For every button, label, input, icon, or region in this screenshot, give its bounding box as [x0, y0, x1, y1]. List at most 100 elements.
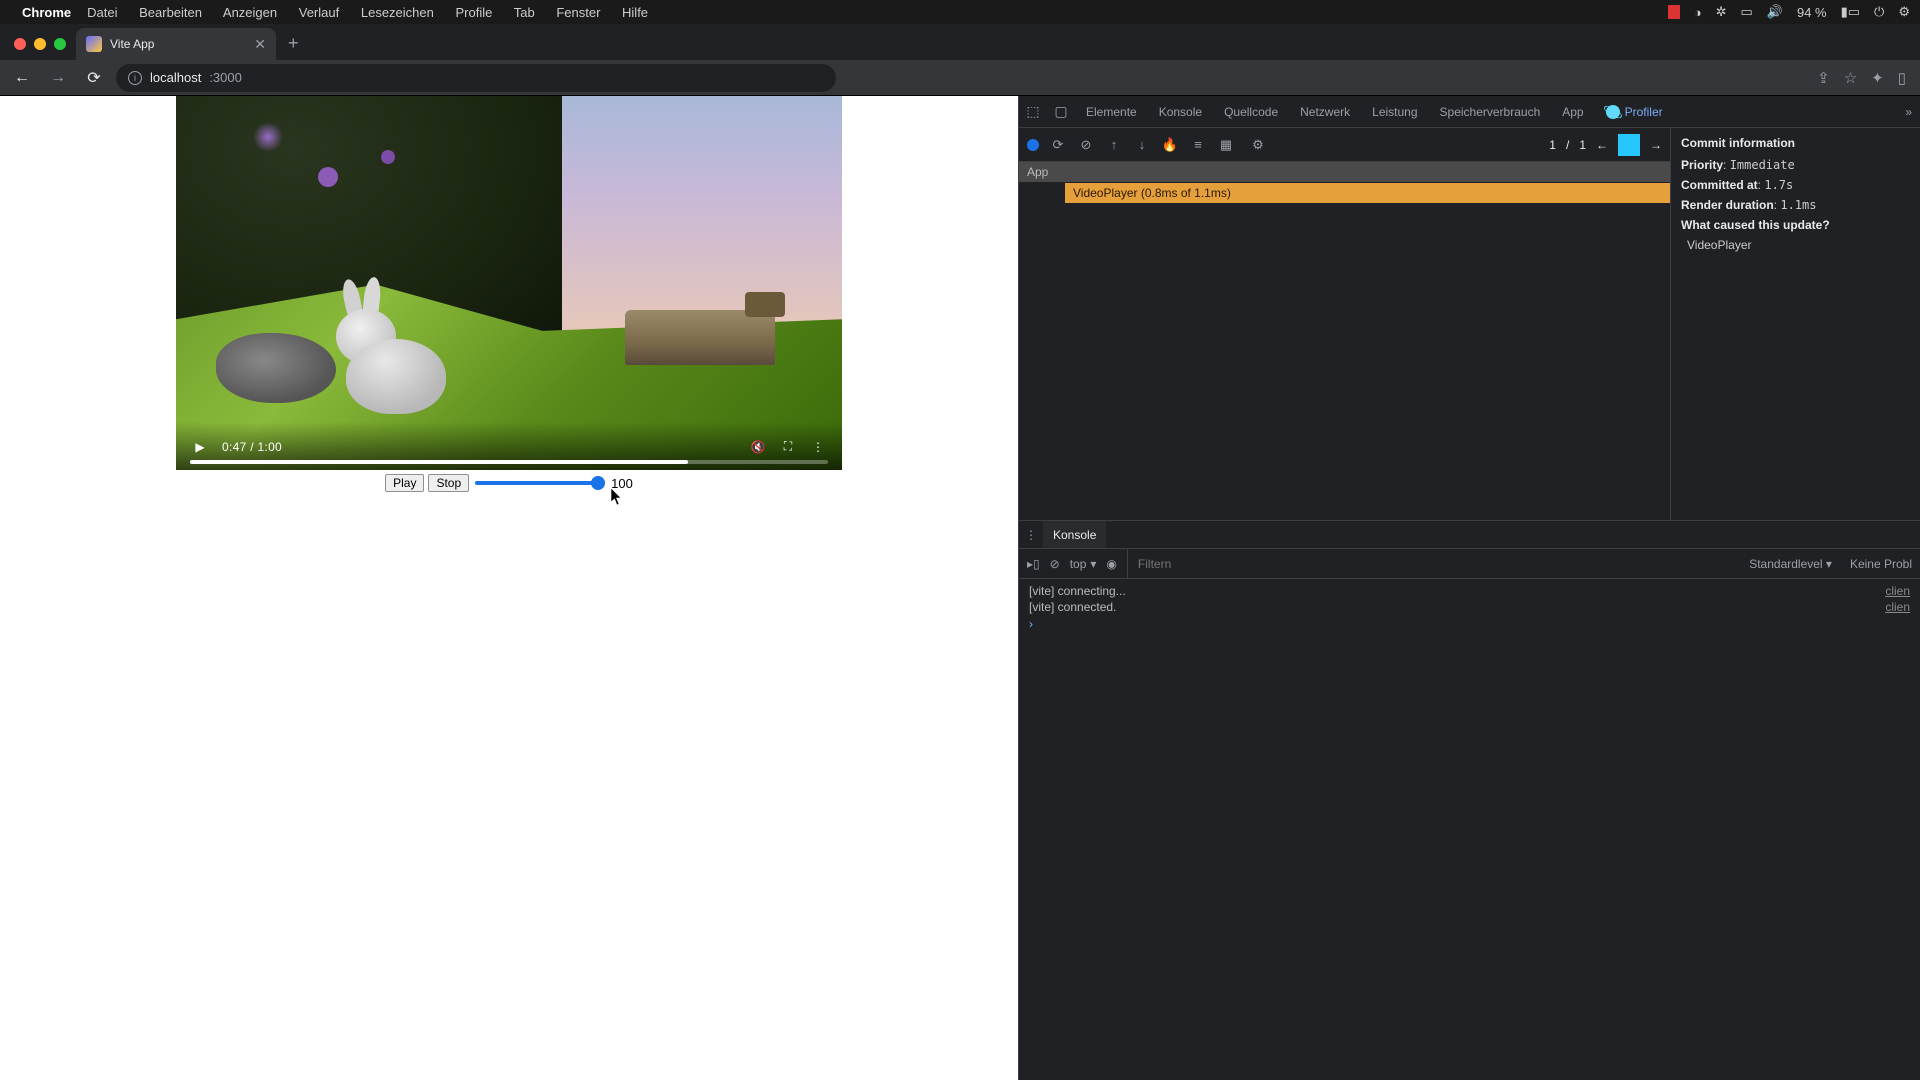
- menu-edit[interactable]: Bearbeiten: [139, 5, 202, 20]
- video-element[interactable]: ▶ 0:47 / 1:00 🔇 ⛶ ⋮: [176, 96, 842, 470]
- nav-reload-button[interactable]: ⟳: [80, 68, 108, 88]
- commit-priority: Immediate: [1730, 158, 1795, 172]
- status-volume-icon[interactable]: 🔊: [1767, 4, 1783, 20]
- play-button[interactable]: Play: [385, 474, 424, 492]
- tab-close-icon[interactable]: ✕: [254, 36, 266, 53]
- pager-current: 1: [1549, 138, 1556, 152]
- console-line[interactable]: [vite] connected.clien: [1019, 599, 1920, 615]
- menu-bookmarks[interactable]: Lesezeichen: [361, 5, 434, 20]
- console-line[interactable]: [vite] connecting...clien: [1019, 583, 1920, 599]
- element-picker-icon[interactable]: ⬚: [1019, 103, 1047, 120]
- video-player-container: ▶ 0:47 / 1:00 🔇 ⛶ ⋮ Play Stop 100: [176, 96, 842, 492]
- pager-next-icon[interactable]: →: [1650, 138, 1662, 152]
- video-progress-bar[interactable]: [190, 460, 828, 464]
- pager-prev-icon[interactable]: ←: [1596, 138, 1608, 152]
- flame-bar-app[interactable]: App: [1019, 162, 1670, 182]
- menu-help[interactable]: Hilfe: [622, 5, 648, 20]
- tab-elements[interactable]: Elemente: [1075, 96, 1148, 127]
- profiler-clear-icon[interactable]: ⊘: [1077, 137, 1095, 153]
- status-sync-icon[interactable]: ◑: [1694, 5, 1702, 20]
- profiler-settings-icon[interactable]: ⚙: [1249, 137, 1267, 153]
- drawer-menu-icon[interactable]: ⋮: [1019, 528, 1043, 542]
- status-battery-icon[interactable]: ▮▭: [1841, 4, 1860, 20]
- console-source-link[interactable]: clien: [1885, 584, 1910, 598]
- status-display-icon[interactable]: ▭: [1740, 4, 1752, 20]
- commit-render-duration: 1.1ms: [1780, 198, 1816, 212]
- nav-forward-button[interactable]: →: [44, 69, 72, 87]
- tab-title: Vite App: [110, 37, 154, 51]
- flame-bar-videoplayer[interactable]: VideoPlayer (0.8ms of 1.1ms): [1065, 183, 1670, 203]
- address-bar[interactable]: i localhost:3000: [116, 64, 836, 92]
- tab-application[interactable]: App: [1551, 96, 1594, 127]
- video-more-icon[interactable]: ⋮: [810, 440, 826, 454]
- status-toggle-icon[interactable]: ⏻: [1874, 4, 1884, 20]
- console-source-link[interactable]: clien: [1885, 600, 1910, 614]
- profiler-reload-icon[interactable]: ⟳: [1049, 137, 1067, 153]
- status-battery-text: 94 %: [1797, 5, 1827, 20]
- console-level-selector[interactable]: Standardlevel ▾: [1749, 557, 1840, 571]
- extensions-icon[interactable]: ✦: [1871, 69, 1884, 87]
- profiler-timeline-icon[interactable]: ▦: [1217, 137, 1235, 153]
- menu-view[interactable]: Anzeigen: [223, 5, 277, 20]
- console-clear-icon[interactable]: ⊘: [1050, 557, 1060, 571]
- tab-console[interactable]: Konsole: [1148, 96, 1213, 127]
- device-toggle-icon[interactable]: ▢: [1047, 103, 1075, 120]
- nav-back-button[interactable]: ←: [8, 69, 36, 87]
- status-dropbox-icon[interactable]: ✲: [1716, 4, 1727, 20]
- menu-tab[interactable]: Tab: [514, 5, 535, 20]
- menu-profiles[interactable]: Profile: [455, 5, 492, 20]
- profiler-body: ⟳ ⊘ ↑ ↓ 🔥 ≡ ▦ ⚙ 1 / 1 ← →: [1019, 128, 1920, 520]
- window-minimize-button[interactable]: [34, 38, 46, 50]
- active-app-name[interactable]: Chrome: [22, 5, 71, 20]
- workspace: ▶ 0:47 / 1:00 🔇 ⛶ ⋮ Play Stop 100: [0, 96, 1920, 1080]
- app-menus: Datei Bearbeiten Anzeigen Verlauf Leseze…: [87, 5, 666, 20]
- new-tab-button[interactable]: +: [276, 33, 311, 60]
- console-live-expr-icon[interactable]: ◉: [1106, 557, 1116, 571]
- window-traffic-lights: [8, 38, 76, 60]
- tab-performance[interactable]: Leistung: [1361, 96, 1428, 127]
- console-prompt[interactable]: ›: [1019, 615, 1920, 633]
- stop-button[interactable]: Stop: [428, 474, 469, 492]
- menu-file[interactable]: Datei: [87, 5, 117, 20]
- video-mute-icon[interactable]: 🔇: [750, 440, 766, 454]
- video-fullscreen-icon[interactable]: ⛶: [780, 439, 796, 454]
- pager-total: 1: [1579, 138, 1586, 152]
- console-context-selector[interactable]: top ▾: [1070, 557, 1097, 571]
- console-output: [vite] connecting...clien [vite] connect…: [1019, 579, 1920, 1080]
- volume-slider[interactable]: [475, 476, 605, 490]
- share-icon[interactable]: ⇪: [1817, 69, 1830, 87]
- bookmark-star-icon[interactable]: ☆: [1844, 69, 1857, 87]
- video-play-icon[interactable]: ▶: [192, 440, 208, 454]
- console-drawer: ⋮ Konsole ▸▯ ⊘ top ▾ ◉ Standardlevel ▾ K…: [1019, 520, 1920, 1080]
- commit-cause[interactable]: VideoPlayer: [1681, 238, 1910, 252]
- tab-react-profiler[interactable]: Profiler: [1595, 96, 1674, 127]
- menu-history[interactable]: Verlauf: [299, 5, 339, 20]
- drawer-tab-console[interactable]: Konsole: [1043, 521, 1106, 548]
- profiler-flamegraph-icon[interactable]: 🔥: [1161, 137, 1179, 153]
- video-native-controls: ▶ 0:47 / 1:00 🔇 ⛶ ⋮: [176, 422, 842, 470]
- page-viewport: ▶ 0:47 / 1:00 🔇 ⛶ ⋮ Play Stop 100: [0, 96, 1018, 1080]
- profiler-record-button[interactable]: [1027, 139, 1039, 151]
- browser-tab[interactable]: Vite App ✕: [76, 28, 276, 60]
- tab-network[interactable]: Netzwerk: [1289, 96, 1361, 127]
- window-zoom-button[interactable]: [54, 38, 66, 50]
- tabs-overflow-icon[interactable]: »: [1897, 105, 1920, 119]
- profiler-download-icon[interactable]: ↓: [1133, 137, 1151, 152]
- status-recording-icon[interactable]: [1668, 5, 1680, 19]
- profiler-ranked-icon[interactable]: ≡: [1189, 137, 1207, 152]
- profiler-toolbar: ⟳ ⊘ ↑ ↓ 🔥 ≡ ▦ ⚙ 1 / 1 ← →: [1019, 128, 1670, 162]
- profiler-upload-icon[interactable]: ↑: [1105, 137, 1123, 152]
- console-sidebar-icon[interactable]: ▸▯: [1027, 557, 1040, 571]
- site-info-icon[interactable]: i: [128, 71, 142, 85]
- menu-window[interactable]: Fenster: [556, 5, 600, 20]
- react-icon: [1606, 105, 1620, 119]
- commit-swatch[interactable]: [1618, 134, 1640, 156]
- macos-menubar: Chrome Datei Bearbeiten Anzeigen Verlauf…: [0, 0, 1920, 24]
- tab-sources[interactable]: Quellcode: [1213, 96, 1289, 127]
- tab-memory[interactable]: Speicherverbrauch: [1429, 96, 1552, 127]
- window-close-button[interactable]: [14, 38, 26, 50]
- status-control-center-icon[interactable]: ⚙: [1898, 4, 1910, 20]
- chrome-tabstrip: Vite App ✕ +: [0, 24, 1920, 60]
- overflow-icon[interactable]: ▯: [1898, 69, 1906, 87]
- console-filter-input[interactable]: [1127, 549, 1739, 578]
